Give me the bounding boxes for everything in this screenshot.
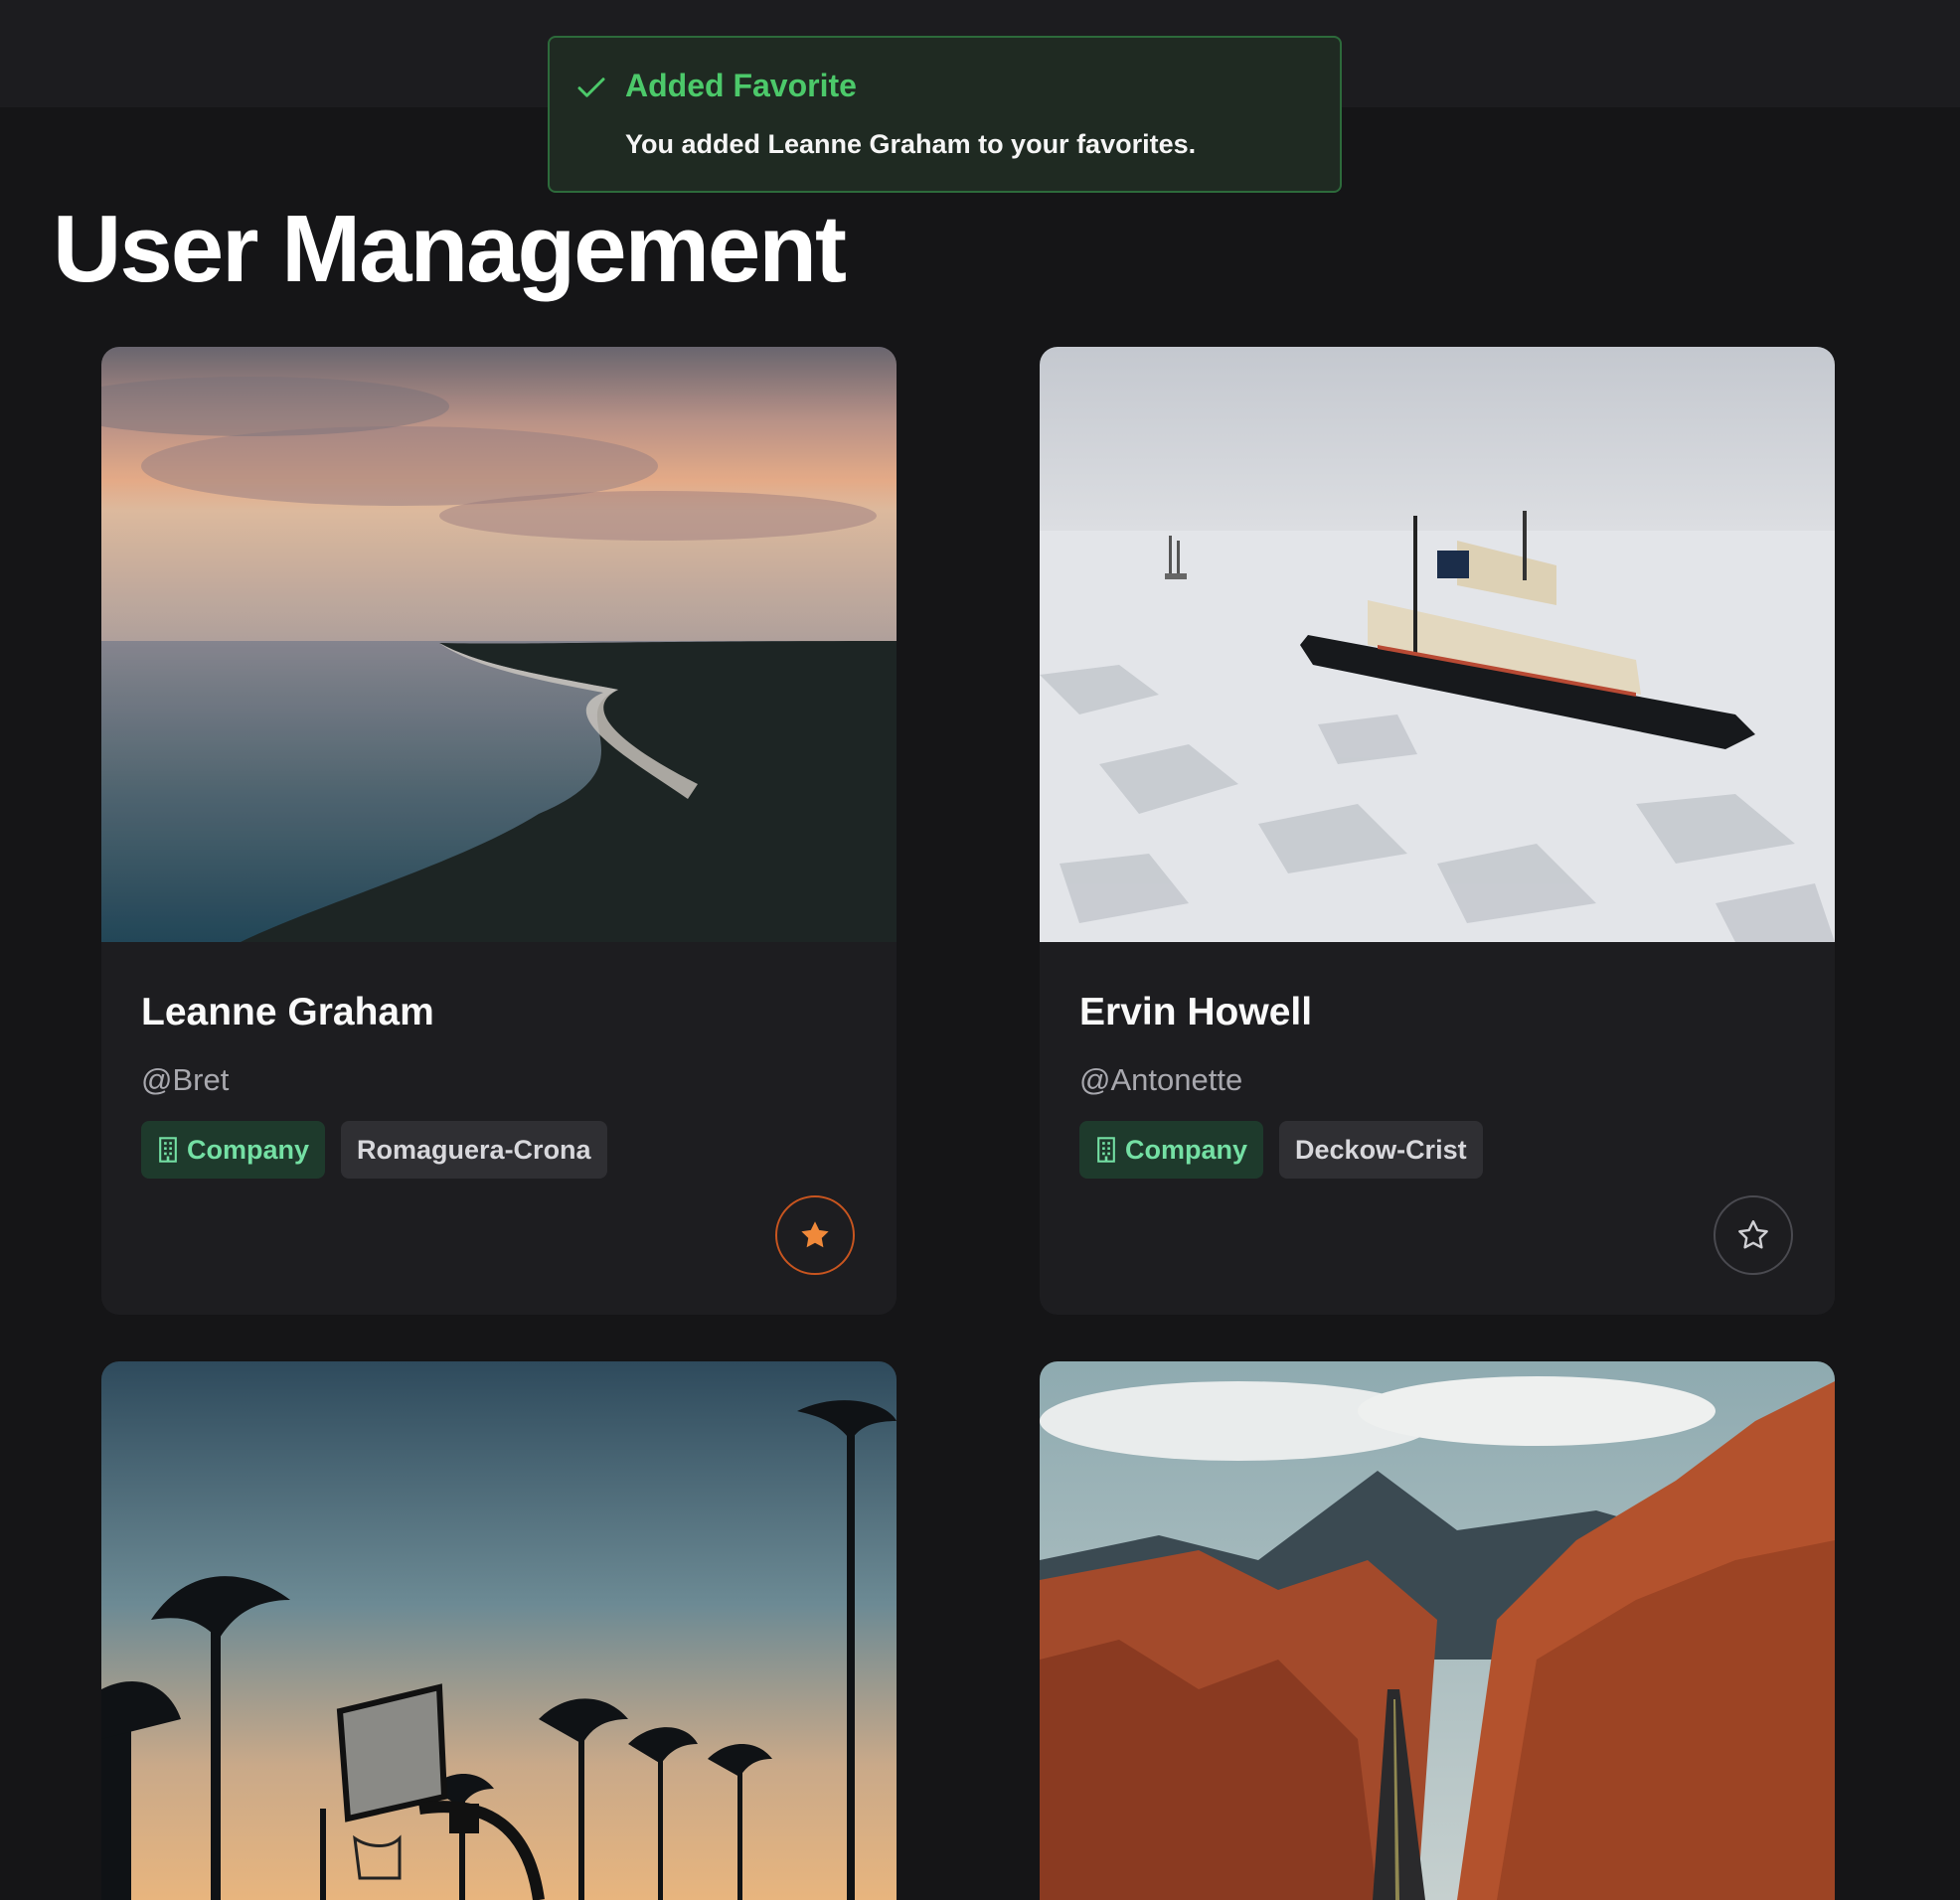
user-name: Ervin Howell	[1079, 991, 1313, 1033]
user-photo	[1040, 347, 1835, 942]
user-card	[1040, 1361, 1835, 1900]
user-card: Ervin Howell @Antonette Company Deckow-C…	[1040, 347, 1835, 1315]
check-icon	[577, 78, 605, 97]
user-card	[101, 1361, 897, 1900]
star-filled-icon	[801, 1221, 829, 1248]
user-handle: @Antonette	[1079, 1062, 1243, 1097]
page-title: User Management	[53, 196, 847, 302]
company-name-tag: Deckow-Crist	[1279, 1121, 1483, 1179]
user-handle: @Bret	[141, 1062, 230, 1097]
building-icon	[1097, 1137, 1115, 1163]
company-tag: Company	[1079, 1121, 1264, 1179]
company-tag-label: Company	[187, 1134, 310, 1165]
toast-message: You added Leanne Graham to your favorite…	[625, 129, 1197, 159]
star-outline-icon	[1738, 1220, 1768, 1249]
user-name: Leanne Graham	[141, 991, 434, 1033]
favorite-button[interactable]	[1714, 1195, 1793, 1275]
building-icon	[159, 1137, 177, 1163]
favorite-button[interactable]	[775, 1195, 855, 1275]
company-name-tag: Romaguera-Crona	[341, 1121, 607, 1179]
company-tag: Company	[141, 1121, 326, 1179]
user-photo	[101, 1361, 897, 1900]
company-tag-label: Company	[1125, 1134, 1248, 1165]
toast-notification: Added Favorite You added Leanne Graham t…	[548, 36, 1342, 193]
user-card: Leanne Graham @Bret Company Romaguera-Cr…	[101, 347, 897, 1315]
toast-title: Added Favorite	[625, 68, 857, 103]
user-photo	[1040, 1361, 1835, 1900]
user-photo	[101, 347, 897, 942]
